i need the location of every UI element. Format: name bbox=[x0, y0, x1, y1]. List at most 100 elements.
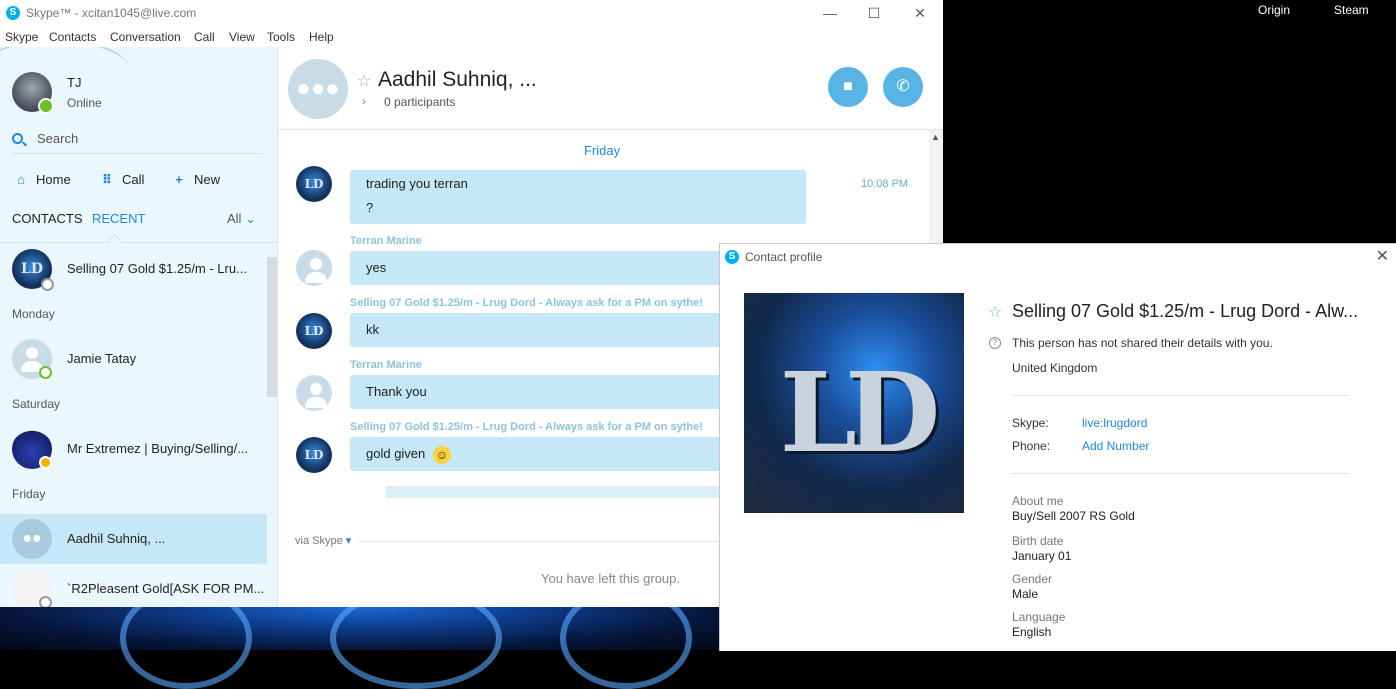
menu-contacts[interactable]: Contacts bbox=[49, 30, 96, 44]
close-button[interactable]: ✕ bbox=[1376, 246, 1389, 266]
away-status-icon bbox=[39, 456, 52, 469]
chevron-down-icon: ▾ bbox=[345, 535, 352, 547]
sender-avatar: LD bbox=[296, 313, 332, 349]
group-icon: ●●● bbox=[296, 75, 340, 102]
menu-conversation[interactable]: Conversation bbox=[110, 30, 181, 44]
avatar[interactable] bbox=[12, 72, 54, 114]
smiley-icon: ☺ bbox=[432, 445, 451, 464]
filter-label: All bbox=[227, 211, 242, 226]
skype-label: Skype: bbox=[1012, 416, 1049, 430]
filter-dropdown[interactable]: All ⌄ bbox=[227, 211, 256, 227]
list-item[interactable]: `R2Pleasent Gold[ASK FOR PM... bbox=[0, 564, 267, 607]
birth-date-label: Birth date bbox=[1012, 534, 1064, 548]
contact-name: Selling 07 Gold $1.25/m - Lrug Dord - Al… bbox=[1012, 301, 1359, 321]
message-text: ? bbox=[366, 200, 374, 215]
contact-profile-window: S Contact profile ✕ LD ☆ Selling 07 Gold… bbox=[719, 243, 1396, 651]
language-label: Language bbox=[1012, 610, 1066, 624]
desktop-wallpaper bbox=[0, 587, 720, 689]
contact-name: Jamie Tatay bbox=[67, 351, 137, 366]
tab-recent[interactable]: RECENT bbox=[92, 211, 145, 226]
message-bubble[interactable]: trading you terran ? bbox=[350, 170, 806, 224]
online-status-icon bbox=[39, 366, 52, 379]
contact-avatar bbox=[12, 339, 52, 379]
menu-call[interactable]: Call bbox=[194, 30, 215, 44]
message-bubble[interactable]: Thank you bbox=[350, 375, 750, 409]
divider bbox=[1012, 473, 1349, 474]
day-separator: Monday bbox=[12, 307, 55, 321]
message-text: yes bbox=[366, 260, 387, 275]
message-bubble[interactable]: kk bbox=[350, 313, 750, 347]
add-number-link[interactable]: Add Number bbox=[1082, 439, 1149, 453]
scrollbar[interactable] bbox=[267, 257, 277, 397]
sidebar: TJ Online Search ⌂ Home ⠿ Call + New CONTAC… bbox=[0, 47, 278, 607]
window-title: Skype™ - xcitan1045@live.com bbox=[26, 6, 197, 20]
call-button[interactable]: ⠿ Call bbox=[98, 172, 144, 190]
contact-avatar bbox=[12, 429, 52, 469]
menu-skype[interactable]: Skype bbox=[5, 30, 38, 44]
menu-bar: Skype Contacts Conversation Call View To… bbox=[0, 28, 943, 46]
taskbar-origin[interactable]: Origin bbox=[1258, 3, 1290, 17]
tab-contacts[interactable]: CONTACTS bbox=[12, 211, 83, 226]
profile-picture-text: LD bbox=[779, 348, 941, 477]
sender-name: Terran Marine bbox=[350, 359, 422, 371]
menu-view[interactable]: View bbox=[229, 30, 255, 44]
skype-id-link[interactable]: live:lrugdord bbox=[1082, 416, 1147, 430]
new-label: New bbox=[194, 172, 221, 187]
scroll-up-icon[interactable]: ▲ bbox=[931, 132, 940, 142]
participants-count[interactable]: 0 participants bbox=[384, 95, 455, 109]
star-icon[interactable]: ☆ bbox=[988, 302, 1002, 322]
sender-name: Selling 07 Gold $1.25/m - Lrug Dord - Al… bbox=[350, 421, 703, 433]
about-value: Buy/Sell 2007 RS Gold bbox=[1012, 509, 1135, 523]
online-status-icon bbox=[38, 98, 54, 114]
group-icon: ●● bbox=[22, 530, 42, 547]
via-label: via Skype bbox=[295, 535, 343, 547]
contact-country: United Kingdom bbox=[1012, 361, 1098, 375]
list-item[interactable]: Mr Extremez | Buying/Selling/... bbox=[0, 424, 267, 474]
skype-logo-icon: S bbox=[6, 6, 20, 20]
partial-bubble bbox=[386, 486, 726, 498]
home-label: Home bbox=[36, 172, 71, 187]
home-icon: ⌂ bbox=[17, 172, 25, 187]
message-text: Thank you bbox=[366, 384, 427, 399]
profile-name[interactable]: TJ bbox=[67, 75, 81, 90]
menu-tools[interactable]: Tools bbox=[267, 30, 295, 44]
divider bbox=[1012, 395, 1349, 396]
taskbar-steam[interactable]: Steam bbox=[1334, 3, 1369, 17]
sender-name: Terran Marine bbox=[350, 235, 422, 247]
privacy-note: This person has not shared their details… bbox=[1012, 336, 1273, 350]
menu-help[interactable]: Help bbox=[309, 30, 334, 44]
search-placeholder: Search bbox=[37, 131, 79, 146]
list-item[interactable]: LD Selling 07 Gold $1.25/m - Lru... bbox=[0, 244, 267, 294]
new-button[interactable]: + New bbox=[170, 172, 220, 190]
gender-label: Gender bbox=[1012, 572, 1053, 586]
message-bubble[interactable]: yes bbox=[350, 251, 750, 285]
profile-status[interactable]: Online bbox=[67, 96, 102, 110]
home-button[interactable]: ⌂ Home bbox=[12, 172, 71, 190]
conversation-title[interactable]: Aadhil Suhniq, ... bbox=[378, 68, 537, 92]
dialpad-icon: ⠿ bbox=[101, 172, 113, 187]
list-item-selected[interactable]: ●● Aadhil Suhniq, ... bbox=[0, 514, 267, 564]
sender-avatar bbox=[296, 250, 332, 286]
message-text: trading you terran bbox=[366, 176, 468, 191]
list-item[interactable]: Jamie Tatay bbox=[0, 334, 267, 384]
sender-avatar bbox=[296, 375, 332, 411]
video-call-button[interactable]: ■ bbox=[828, 67, 868, 107]
conversation-header: ●●● ☆ Aadhil Suhniq, ... › 0 participant… bbox=[278, 47, 943, 130]
via-skype-dropdown[interactable]: via Skype ▾ bbox=[295, 534, 351, 547]
day-separator: Saturday bbox=[12, 397, 61, 411]
profile-picture: LD bbox=[744, 293, 964, 513]
video-camera-icon: ■ bbox=[843, 78, 853, 95]
message-bubble[interactable]: gold given ☺ bbox=[350, 437, 750, 471]
maximize-button[interactable]: ☐ bbox=[854, 2, 894, 24]
chevron-right-icon[interactable]: › bbox=[362, 94, 366, 108]
close-button[interactable]: ✕ bbox=[900, 2, 940, 24]
skype-logo-icon: S bbox=[725, 250, 739, 264]
message-text: kk bbox=[366, 322, 379, 337]
search-input[interactable]: Search bbox=[12, 131, 262, 154]
group-avatar[interactable]: ●●● bbox=[288, 59, 348, 119]
minimize-button[interactable]: — bbox=[810, 2, 850, 24]
chevron-down-icon: ⌄ bbox=[245, 211, 256, 226]
language-value: English bbox=[1012, 625, 1052, 639]
star-icon[interactable]: ☆ bbox=[357, 71, 371, 91]
audio-call-button[interactable]: ✆ bbox=[883, 67, 923, 107]
